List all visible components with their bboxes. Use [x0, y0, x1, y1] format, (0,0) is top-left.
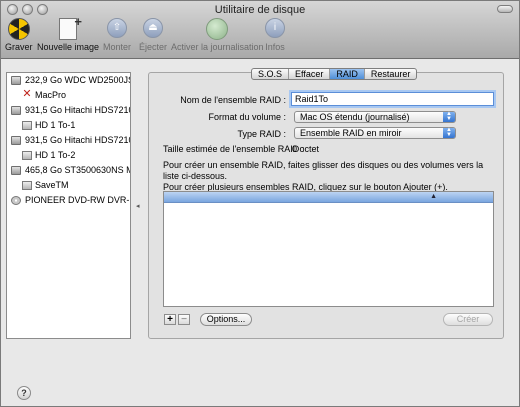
sidebar-item-label: SaveTM: [35, 180, 69, 190]
mount-label: Monter: [103, 42, 132, 52]
info-button[interactable]: i Infos: [263, 18, 287, 52]
eject-button[interactable]: ⏏ Éjecter: [139, 18, 167, 52]
sidebar-item-disk[interactable]: 232,9 Go WDC WD2500JS-…: [7, 73, 130, 88]
create-button[interactable]: Créer: [443, 313, 493, 326]
raid-name-field[interactable]: Raid1To: [291, 92, 494, 106]
tab-bar: S.O.S Effacer RAID Restaurer: [251, 68, 418, 80]
volume-icon: [22, 151, 32, 160]
remove-raid-set-button[interactable]: −: [178, 314, 190, 325]
hard-disk-icon: [11, 76, 21, 85]
new-image-icon: [56, 14, 82, 40]
sidebar-item-label: 931,5 Go Hitachi HDS7210…: [25, 135, 130, 145]
sidebar-item-volume[interactable]: SaveTM: [7, 178, 130, 193]
enable-journaling-button[interactable]: Activer la journalisation: [171, 18, 264, 52]
toolbar: Utilitaire de disque Graver Nouvelle ima…: [1, 1, 519, 59]
device-list[interactable]: 232,9 Go WDC WD2500JS-… ✕ MacPro 931,5 G…: [6, 72, 131, 339]
sidebar-item-optical[interactable]: PIONEER DVD-RW DVR-111: [7, 193, 130, 208]
sidebar-item-label: PIONEER DVD-RW DVR-111: [25, 195, 130, 205]
eject-icon: ⏏: [141, 18, 165, 40]
estimated-size-value: 0 octet: [292, 144, 320, 154]
enable-journaling-label: Activer la journalisation: [171, 42, 264, 52]
disclosure-triangle-icon[interactable]: ▲: [430, 193, 437, 200]
volume-format-value: Mac OS étendu (journalisé): [300, 112, 410, 122]
sidebar-item-label: MacPro: [35, 90, 67, 100]
raid-instructions: Pour créer un ensemble RAID, faites glis…: [163, 160, 498, 193]
hard-disk-icon: [11, 166, 21, 175]
info-icon: i: [263, 18, 287, 40]
tab-restore[interactable]: Restaurer: [365, 69, 417, 79]
sidebar-item-label: HD 1 To-2: [35, 150, 76, 160]
journal-icon: [205, 18, 229, 40]
options-button[interactable]: Options...: [200, 313, 252, 326]
mount-button[interactable]: ⇧ Monter: [103, 18, 131, 52]
raid-set-row[interactable]: ▲: [164, 192, 493, 203]
estimated-size-label: Taille estimée de l'ensemble RAID :: [163, 144, 305, 154]
help-button[interactable]: ?: [17, 386, 31, 400]
burn-button[interactable]: Graver: [5, 18, 33, 52]
sidebar-item-volume[interactable]: HD 1 To-2: [7, 148, 130, 163]
disk-utility-window: Utilitaire de disque Graver Nouvelle ima…: [0, 0, 520, 407]
tab-first-aid[interactable]: S.O.S: [252, 69, 290, 79]
volume-icon: [22, 181, 32, 190]
sidebar-item-disk[interactable]: 931,5 Go Hitachi HDS7210…: [7, 103, 130, 118]
sidebar-item-label: HD 1 To-1: [35, 120, 76, 130]
raid-type-label: Type RAID :: [237, 129, 286, 139]
sidebar-item-label: 465,8 Go ST3500630NS Med: [25, 165, 130, 175]
raid-name-label: Nom de l'ensemble RAID :: [180, 95, 286, 105]
new-image-label: Nouvelle image: [37, 42, 100, 52]
toolbar-toggle-button[interactable]: [497, 5, 513, 13]
volume-icon: [22, 121, 32, 130]
sidebar-item-volume[interactable]: HD 1 To-1: [7, 118, 130, 133]
tab-erase[interactable]: Effacer: [289, 69, 331, 79]
add-raid-set-button[interactable]: +: [164, 314, 176, 325]
raid-type-value: Ensemble RAID en miroir: [300, 128, 402, 138]
sidebar-item-label: 931,5 Go Hitachi HDS7210…: [25, 105, 130, 115]
splitter-grip-icon: ◂: [136, 203, 140, 210]
new-image-button[interactable]: Nouvelle image: [37, 14, 100, 52]
raid-type-popup[interactable]: Ensemble RAID en miroir ▲ ▼: [294, 127, 456, 139]
burn-icon: [7, 18, 31, 40]
eject-label: Éjecter: [139, 42, 168, 52]
hard-disk-icon: [11, 136, 21, 145]
tab-raid[interactable]: RAID: [330, 69, 365, 79]
volume-error-icon: ✕: [22, 88, 32, 100]
sidebar-item-disk[interactable]: 465,8 Go ST3500630NS Med: [7, 163, 130, 178]
hard-disk-icon: [11, 106, 21, 115]
burn-label: Graver: [5, 42, 33, 52]
sidebar-item-disk[interactable]: 931,5 Go Hitachi HDS7210…: [7, 133, 130, 148]
raid-member-list[interactable]: ▲: [163, 191, 494, 307]
popup-arrows-icon: ▲ ▼: [443, 111, 455, 122]
volume-format-label: Format du volume :: [208, 112, 286, 122]
sidebar-item-volume[interactable]: ✕ MacPro: [7, 88, 130, 103]
sidebar-item-label: 232,9 Go WDC WD2500JS-…: [25, 75, 130, 85]
mount-icon: ⇧: [105, 18, 129, 40]
popup-arrows-icon: ▲ ▼: [443, 127, 455, 138]
info-label: Infos: [265, 42, 285, 52]
volume-format-popup[interactable]: Mac OS étendu (journalisé) ▲ ▼: [294, 111, 456, 123]
pane-splitter[interactable]: ◂: [131, 72, 146, 339]
optical-drive-icon: [11, 196, 21, 205]
instructions-line-1: Pour créer un ensemble RAID, faites glis…: [163, 160, 484, 181]
